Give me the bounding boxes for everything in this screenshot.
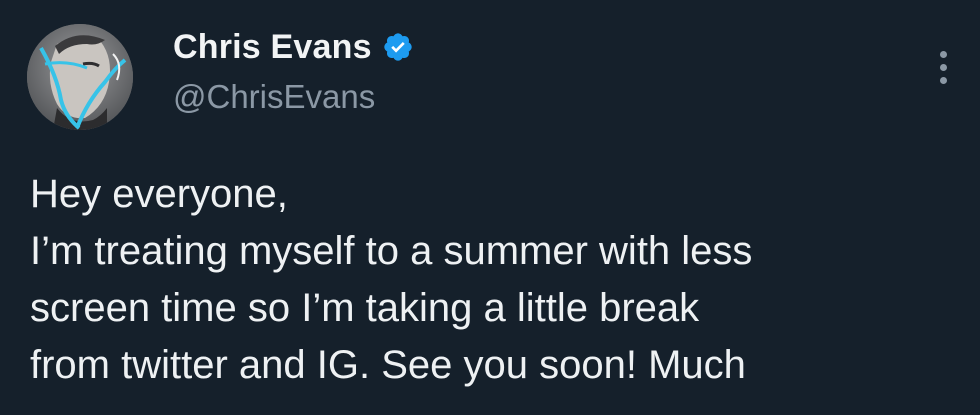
author-handle[interactable]: @ChrisEvans xyxy=(173,78,375,116)
verified-badge-icon xyxy=(382,31,414,63)
more-options-icon-dot xyxy=(939,76,947,84)
tweet-text-line: I’m treating myself to a summer with les… xyxy=(30,229,753,273)
author-avatar[interactable] xyxy=(27,24,133,130)
author-display-name[interactable]: Chris Evans xyxy=(173,28,372,67)
tweet-text-line: from twitter and IG. See you soon! Much xyxy=(30,343,746,387)
avatar-photo xyxy=(27,24,133,130)
tweet-card: Chris Evans @ChrisEvans Hey everyone, I’… xyxy=(0,0,980,415)
tweet-text: Hey everyone, I’m treating myself to a s… xyxy=(30,166,970,394)
author-name-row: Chris Evans xyxy=(173,26,414,68)
more-options-icon xyxy=(939,50,947,58)
more-options-icon-dot xyxy=(939,63,947,71)
tweet-text-line: Hey everyone, xyxy=(30,172,288,216)
tweet-text-line: screen time so I’m taking a little break xyxy=(30,286,700,330)
more-options-button[interactable] xyxy=(926,44,960,90)
